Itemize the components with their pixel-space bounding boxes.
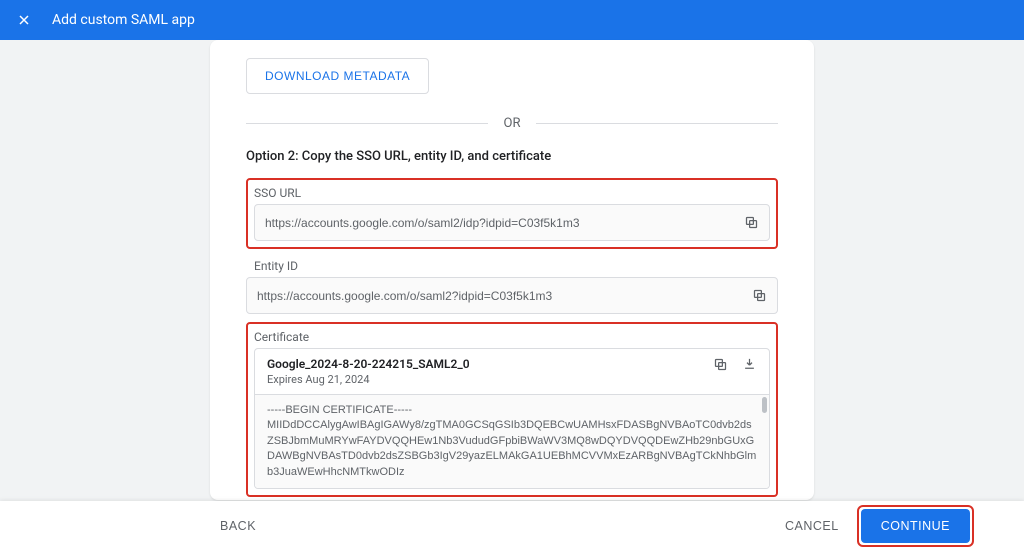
back-button[interactable]: BACK bbox=[220, 519, 256, 533]
certificate-expires: Expires Aug 21, 2024 bbox=[267, 373, 470, 386]
certificate-highlight: Certificate Google_2024-8-20-224215_SAML… bbox=[246, 322, 778, 497]
entity-id-value: https://accounts.google.com/o/saml2?idpi… bbox=[257, 289, 552, 303]
option2-heading: Option 2: Copy the SSO URL, entity ID, a… bbox=[246, 149, 778, 164]
divider-text: OR bbox=[488, 116, 537, 131]
or-divider: OR bbox=[246, 116, 778, 131]
certificate-box: Google_2024-8-20-224215_SAML2_0 Expires … bbox=[254, 348, 770, 489]
download-metadata-button[interactable]: DOWNLOAD METADATA bbox=[246, 58, 429, 94]
scrollbar[interactable] bbox=[762, 397, 767, 413]
sso-url-field: https://accounts.google.com/o/saml2/idp?… bbox=[254, 204, 770, 241]
sso-url-highlight: SSO URL https://accounts.google.com/o/sa… bbox=[246, 178, 778, 249]
entity-id-field: https://accounts.google.com/o/saml2?idpi… bbox=[246, 277, 778, 314]
certificate-title: Google_2024-8-20-224215_SAML2_0 bbox=[267, 357, 470, 371]
continue-highlight: CONTINUE bbox=[857, 505, 974, 547]
copy-icon[interactable] bbox=[752, 288, 767, 303]
header-title: Add custom SAML app bbox=[52, 12, 195, 28]
main-card: DOWNLOAD METADATA OR Option 2: Copy the … bbox=[210, 40, 814, 500]
sso-url-label: SSO URL bbox=[254, 186, 770, 200]
certificate-body: -----BEGIN CERTIFICATE----- MIIDdDCCAlyg… bbox=[255, 394, 769, 488]
entity-id-label: Entity ID bbox=[246, 259, 778, 273]
copy-icon[interactable] bbox=[744, 215, 759, 230]
footer-bar: BACK CANCEL CONTINUE bbox=[0, 501, 1024, 551]
dialog-header: Add custom SAML app bbox=[0, 0, 1024, 40]
certificate-label: Certificate bbox=[254, 330, 770, 344]
cert-line: -----BEGIN CERTIFICATE----- bbox=[267, 403, 757, 418]
download-icon[interactable] bbox=[742, 357, 757, 372]
continue-button[interactable]: CONTINUE bbox=[861, 509, 970, 543]
cert-line: MIIDdDCCAlygAwIBAgIGAWy8/zgTMA0GCSqGSIb3… bbox=[267, 418, 757, 480]
close-icon[interactable] bbox=[16, 12, 32, 28]
copy-icon[interactable] bbox=[713, 357, 728, 372]
cancel-button[interactable]: CANCEL bbox=[785, 519, 839, 533]
sso-url-value: https://accounts.google.com/o/saml2/idp?… bbox=[265, 216, 580, 230]
